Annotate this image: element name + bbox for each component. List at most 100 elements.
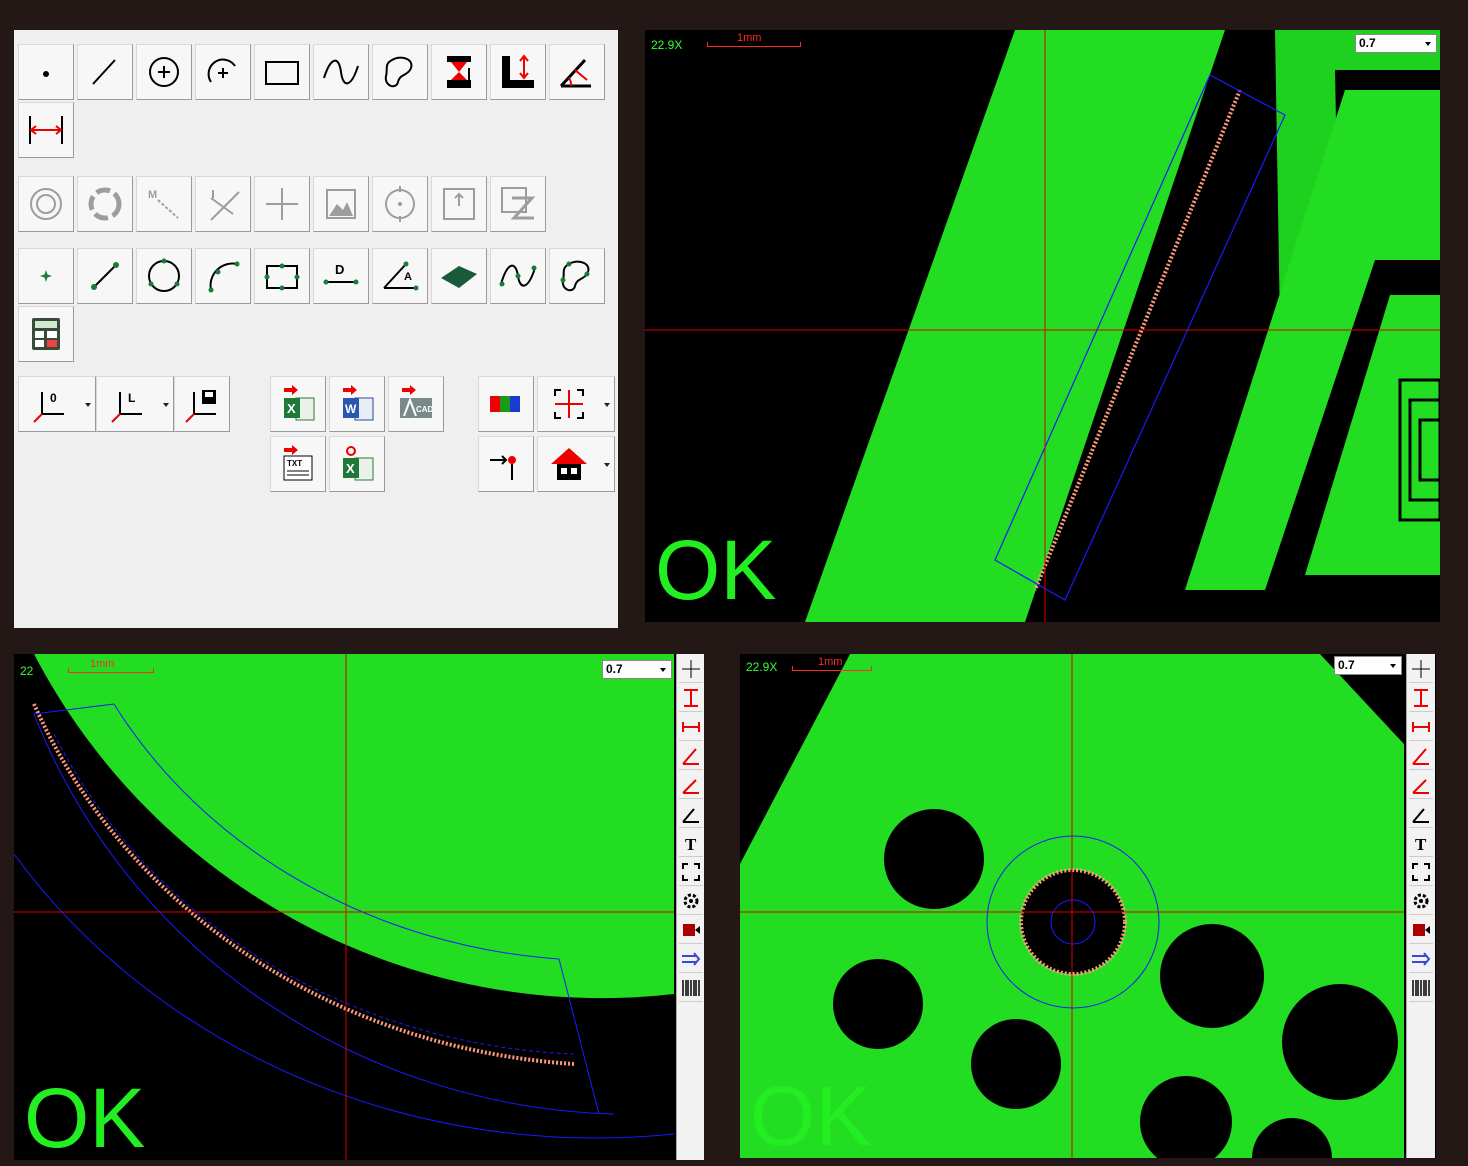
text-icon: T: [685, 835, 697, 854]
side-angle-y-button[interactable]: [679, 772, 703, 799]
circle-fit-button[interactable]: [136, 248, 192, 304]
freeform-tool-button[interactable]: [372, 44, 428, 100]
side-text-button[interactable]: T: [679, 830, 703, 857]
probe-button[interactable]: [478, 436, 534, 492]
image-button[interactable]: [313, 176, 369, 232]
point-fit-button[interactable]: [18, 248, 74, 304]
arc-fit-button[interactable]: [195, 248, 251, 304]
transform-button[interactable]: [490, 176, 546, 232]
magnification-select[interactable]: 0.7: [1355, 34, 1437, 53]
export-txt-button[interactable]: TXT: [270, 436, 326, 492]
frame-icon: [443, 188, 475, 220]
camera-view-1[interactable]: 22.9X 1mm 0.7 OK: [645, 30, 1440, 622]
crop-button[interactable]: [537, 376, 615, 432]
crosshair-button[interactable]: [195, 176, 251, 232]
side-angle-x-button[interactable]: [1409, 743, 1433, 770]
zoom-level: 22.9X: [746, 660, 778, 674]
side-cross-button[interactable]: [679, 656, 703, 683]
coord-save-button[interactable]: [174, 376, 230, 432]
coord-line-button[interactable]: L: [96, 376, 174, 432]
side-width-button[interactable]: [679, 714, 703, 741]
export-excel-settings-button[interactable]: X: [329, 436, 385, 492]
calculator-button[interactable]: [18, 306, 74, 362]
width-tool-button[interactable]: [18, 102, 74, 158]
chevron-down-icon[interactable]: [604, 403, 610, 407]
camera-view-3[interactable]: 22.9X 1mm 0.7 OK T: [740, 654, 1436, 1158]
fit-icon: [1412, 863, 1430, 881]
point-tool-button[interactable]: [18, 44, 74, 100]
magnification-select[interactable]: 0.7: [602, 660, 672, 679]
chevron-down-icon[interactable]: [85, 403, 91, 407]
cad-icon: CAD: [400, 385, 434, 418]
height-tool-button[interactable]: [431, 44, 487, 100]
side-width-button[interactable]: [1409, 714, 1433, 741]
record-icon: [683, 924, 700, 936]
side-fit-button[interactable]: [679, 859, 703, 886]
arc-tool-button[interactable]: [195, 44, 251, 100]
export-word-button[interactable]: W: [329, 376, 385, 432]
angle-a-icon: A: [383, 261, 419, 291]
distance-icon: [502, 54, 534, 88]
gear-icon: [1413, 893, 1429, 909]
side-record-button[interactable]: [679, 917, 703, 944]
line-fit-button[interactable]: [77, 248, 133, 304]
target-button[interactable]: [372, 176, 428, 232]
line-tool-button[interactable]: [77, 44, 133, 100]
side-record-button[interactable]: [1409, 917, 1433, 944]
curve-fit-button[interactable]: [490, 248, 546, 304]
coord-origin-button[interactable]: 0: [18, 376, 96, 432]
angle-a-button[interactable]: A: [372, 248, 428, 304]
coord-line-label: L: [128, 391, 135, 405]
frame-button[interactable]: [431, 176, 487, 232]
plus-icon: [266, 188, 298, 220]
barcode-icon: [682, 980, 700, 996]
rectangle-tool-button[interactable]: [254, 44, 310, 100]
side-angle-x-button[interactable]: [679, 743, 703, 770]
concentric-button[interactable]: [18, 176, 74, 232]
rect-fit-button[interactable]: [254, 248, 310, 304]
chevron-down-icon[interactable]: [163, 403, 169, 407]
side-angle-a-button[interactable]: [679, 801, 703, 828]
parallelogram-button[interactable]: [431, 248, 487, 304]
side-barcode-button[interactable]: [679, 975, 703, 1002]
side-angle-y-button[interactable]: [1409, 772, 1433, 799]
export-excel-button[interactable]: X: [270, 376, 326, 432]
side-height-button[interactable]: [679, 685, 703, 712]
barcode-icon: [1412, 980, 1430, 996]
side-probe-button[interactable]: [1409, 946, 1433, 973]
side-settings-button[interactable]: [679, 888, 703, 915]
angle-tool-button[interactable]: [549, 44, 605, 100]
color-button[interactable]: [478, 376, 534, 432]
plus-button[interactable]: [254, 176, 310, 232]
freeform-fit-button[interactable]: [549, 248, 605, 304]
circle-fit-icon: [148, 258, 180, 292]
side-barcode-button[interactable]: [1409, 975, 1433, 1002]
chevron-down-icon[interactable]: [604, 463, 610, 467]
side-probe-button[interactable]: [679, 946, 703, 973]
home-button[interactable]: [537, 436, 615, 492]
calculator-icon: [32, 318, 60, 350]
rectangle-icon: [265, 61, 299, 85]
rect-fit-icon: [264, 263, 300, 291]
ring-icon: [88, 187, 122, 221]
side-text-button[interactable]: T: [1409, 830, 1433, 857]
side-height-button[interactable]: [1409, 685, 1433, 712]
fit-icon: [682, 863, 700, 881]
camera-view-2[interactable]: 22 1mm 0.7 OK T: [14, 654, 704, 1160]
excel-settings-icon: X: [343, 446, 374, 481]
side-toolbar: T: [1406, 654, 1435, 1158]
curve-tool-button[interactable]: [313, 44, 369, 100]
side-angle-a-button[interactable]: [1409, 801, 1433, 828]
magnification-select[interactable]: 0.7: [1334, 656, 1402, 675]
export-cad-button[interactable]: CAD: [388, 376, 444, 432]
circle-tool-button[interactable]: [136, 44, 192, 100]
distance-tool-button[interactable]: [490, 44, 546, 100]
distance-d-button[interactable]: D: [313, 248, 369, 304]
ring-button[interactable]: [77, 176, 133, 232]
mark-button[interactable]: M: [136, 176, 192, 232]
side-cross-button[interactable]: [1409, 656, 1433, 683]
side-fit-button[interactable]: [1409, 859, 1433, 886]
side-settings-button[interactable]: [1409, 888, 1433, 915]
point-fit-icon: [40, 270, 52, 282]
angle-x-icon: [1412, 748, 1429, 765]
